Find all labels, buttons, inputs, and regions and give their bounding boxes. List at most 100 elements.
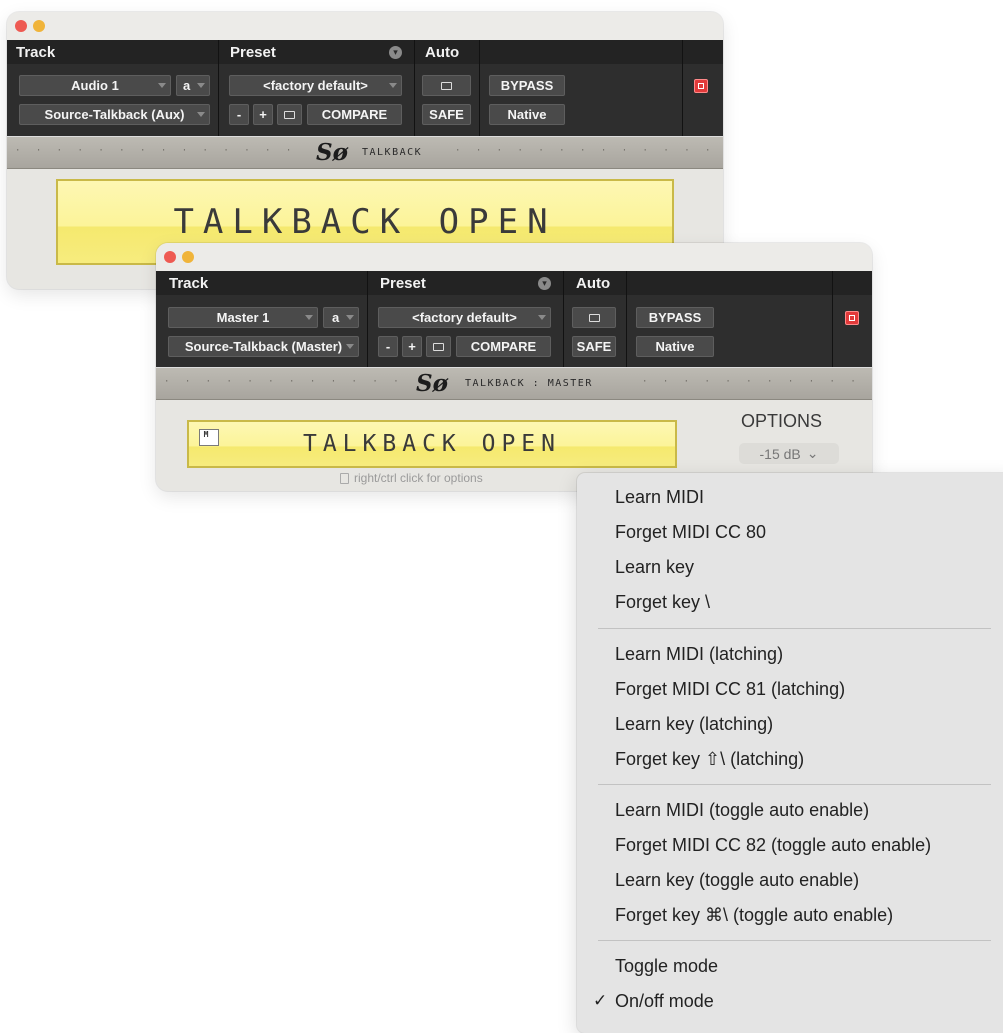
menu-item-learn-midi[interactable]: Learn MIDI [615,487,704,508]
decor-dots: · · · · · · · · · · · · · · · · · · · · … [15,146,307,156]
hint-text: right/ctrl click for options [354,471,483,485]
insert-active-icon[interactable] [845,311,859,325]
menu-item-learn-key-toggle[interactable]: Learn key (toggle auto enable) [615,870,859,891]
plugin-brand-bar: · · · · · · · · · · · · · · · · · · · · … [7,136,723,169]
options-hint: right/ctrl click for options [340,471,483,485]
preset-label: Preset [380,275,426,292]
plugin-brand-bar: · · · · · · · · · · · · · · · · · · · · … [156,367,872,400]
sidechain-selector[interactable]: Source-Talkback (Master) [168,336,359,357]
menu-item-forget-midi-cc[interactable]: Forget MIDI CC 80 [615,522,766,543]
menu-item-forget-midi-cc-latching[interactable]: Forget MIDI CC 81 (latching) [615,679,845,700]
options-title: OPTIONS [741,411,823,431]
menu-separator [598,784,991,785]
insert-active-icon[interactable] [694,79,708,93]
talkback-open-button[interactable]: M TALKBACK OPEN [187,420,677,468]
minimize-window-button[interactable] [33,20,45,32]
menu-item-learn-midi-toggle[interactable]: Learn MIDI (toggle auto enable) [615,800,869,821]
minimize-window-button[interactable] [182,251,194,263]
menu-item-forget-key-latching[interactable]: Forget key ⇧\ (latching) [615,749,804,770]
track-name: Audio 1 [71,78,119,93]
menu-item-learn-midi-latching[interactable]: Learn MIDI (latching) [615,644,783,665]
track-name: Master 1 [216,310,270,325]
channel-name: a [183,78,191,93]
channel-selector[interactable]: a [323,307,359,328]
automation-button[interactable] [572,307,616,328]
safe-button[interactable]: SAFE [422,104,471,125]
close-window-button[interactable] [15,20,27,32]
sidechain-name: Source-Talkback (Aux) [44,107,185,122]
bypass-button[interactable]: BYPASS [489,75,565,96]
preset-name: <factory default> [263,78,368,93]
track-selector[interactable]: Audio 1 [19,75,171,96]
channel-selector[interactable]: a [176,75,210,96]
header-labels [156,271,872,295]
automation-button[interactable] [422,75,471,96]
compare-button[interactable]: COMPARE [456,336,551,357]
track-label: Track [16,44,56,61]
level-select[interactable]: -15 dB ⌄ [739,443,839,464]
safe-button[interactable]: SAFE [572,336,616,357]
automation-icon [441,81,452,90]
copy-settings-button[interactable] [277,104,302,125]
menu-item-toggle-mode[interactable]: Toggle mode [615,956,718,977]
preset-name: <factory default> [412,310,517,325]
preset-selector[interactable]: <factory default> [378,307,551,328]
logo: Sø [316,139,348,166]
preset-label: Preset [230,44,276,61]
menu-separator [598,628,991,629]
copy-icon [284,110,295,119]
sidechain-name: Source-Talkback (Master) [184,339,343,354]
compare-button[interactable]: COMPARE [307,104,402,125]
native-indicator[interactable]: Native [636,336,714,357]
midi-indicator[interactable]: M [199,429,219,446]
menu-item-forget-key-toggle[interactable]: Forget key ⌘\ (toggle auto enable) [615,905,893,926]
copy-settings-button[interactable] [426,336,451,357]
decor-dots: · · · · · · · · · · · · · · · · · · · · … [455,146,719,156]
decor-dots: · · · · · · · · · · · · · · · · · · · · … [164,377,410,387]
bypass-button[interactable]: BYPASS [636,307,714,328]
automation-icon [588,313,600,322]
native-indicator[interactable]: Native [489,104,565,125]
decor-dots: · · · · · · · · · · · · · · · · · · · · … [642,377,868,387]
divider [367,271,368,367]
close-window-button[interactable] [164,251,176,263]
divider [626,271,627,367]
menu-item-learn-key-latching[interactable]: Learn key (latching) [615,714,773,735]
divider [682,40,683,136]
header-labels [7,40,723,64]
window-titlebar[interactable] [156,243,872,271]
plugin-name: TALKBACK [362,147,423,158]
copy-icon [433,342,444,351]
context-menu: Learn MIDI Forget MIDI CC 80 Learn key F… [577,473,1003,1033]
preset-menu-icon[interactable]: ▾ [389,46,402,59]
previous-preset-button[interactable]: - [229,104,249,125]
talkback-label: TALKBACK OPEN [302,431,561,457]
plugin-header: Track Preset ▾ Auto Master 1 a <factory … [156,271,872,367]
divider [563,271,564,367]
menu-item-forget-key[interactable]: Forget key \ [615,592,710,613]
window-titlebar[interactable] [7,12,723,40]
auto-label: Auto [425,44,460,61]
menu-item-learn-key[interactable]: Learn key [615,557,694,578]
track-label: Track [169,275,209,292]
menu-item-on-off-mode[interactable]: On/off mode [615,991,714,1012]
preset-selector[interactable]: <factory default> [229,75,402,96]
divider [218,40,219,136]
next-preset-button[interactable]: + [402,336,422,357]
channel-name: a [332,310,340,325]
divider [414,40,415,136]
plugin-name: TALKBACK : MASTER [465,378,593,389]
auto-label: Auto [576,275,611,292]
next-preset-button[interactable]: + [253,104,273,125]
sidechain-selector[interactable]: Source-Talkback (Aux) [19,104,210,125]
checkmark-icon: ✓ [593,991,608,1010]
previous-preset-button[interactable]: - [378,336,398,357]
level-value: -15 dB [759,445,801,462]
preset-menu-icon[interactable]: ▾ [538,277,551,290]
mouse-icon [340,472,349,484]
plugin-header: Track Preset ▾ Auto Audio 1 a <factory d… [7,40,723,136]
menu-item-forget-midi-cc-toggle[interactable]: Forget MIDI CC 82 (toggle auto enable) [615,835,931,856]
track-selector[interactable]: Master 1 [168,307,318,328]
divider [479,40,480,136]
talkback-label: TALKBACK OPEN [173,202,557,242]
